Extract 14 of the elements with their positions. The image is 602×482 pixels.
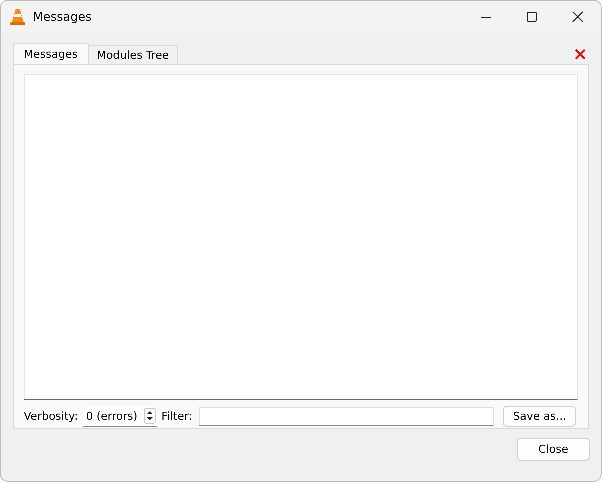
save-as-button[interactable]: Save as... xyxy=(503,406,576,427)
close-tab-icon[interactable] xyxy=(575,49,586,60)
filter-label: Filter: xyxy=(162,410,192,423)
verbosity-label: Verbosity: xyxy=(24,410,78,423)
spin-arrows-icon[interactable] xyxy=(144,408,156,424)
verbosity-spinbox[interactable]: 0 (errors) xyxy=(83,406,157,426)
close-icon[interactable] xyxy=(572,11,584,23)
window-title: Messages xyxy=(33,10,92,24)
traffic-cone-icon xyxy=(10,8,26,26)
close-dialog-button[interactable]: Close xyxy=(517,438,590,461)
maximize-icon[interactable] xyxy=(526,11,538,23)
tab[interactable]: Modules Tree xyxy=(88,45,178,64)
filter-field[interactable] xyxy=(199,407,494,426)
tab[interactable]: Messages xyxy=(13,43,89,64)
